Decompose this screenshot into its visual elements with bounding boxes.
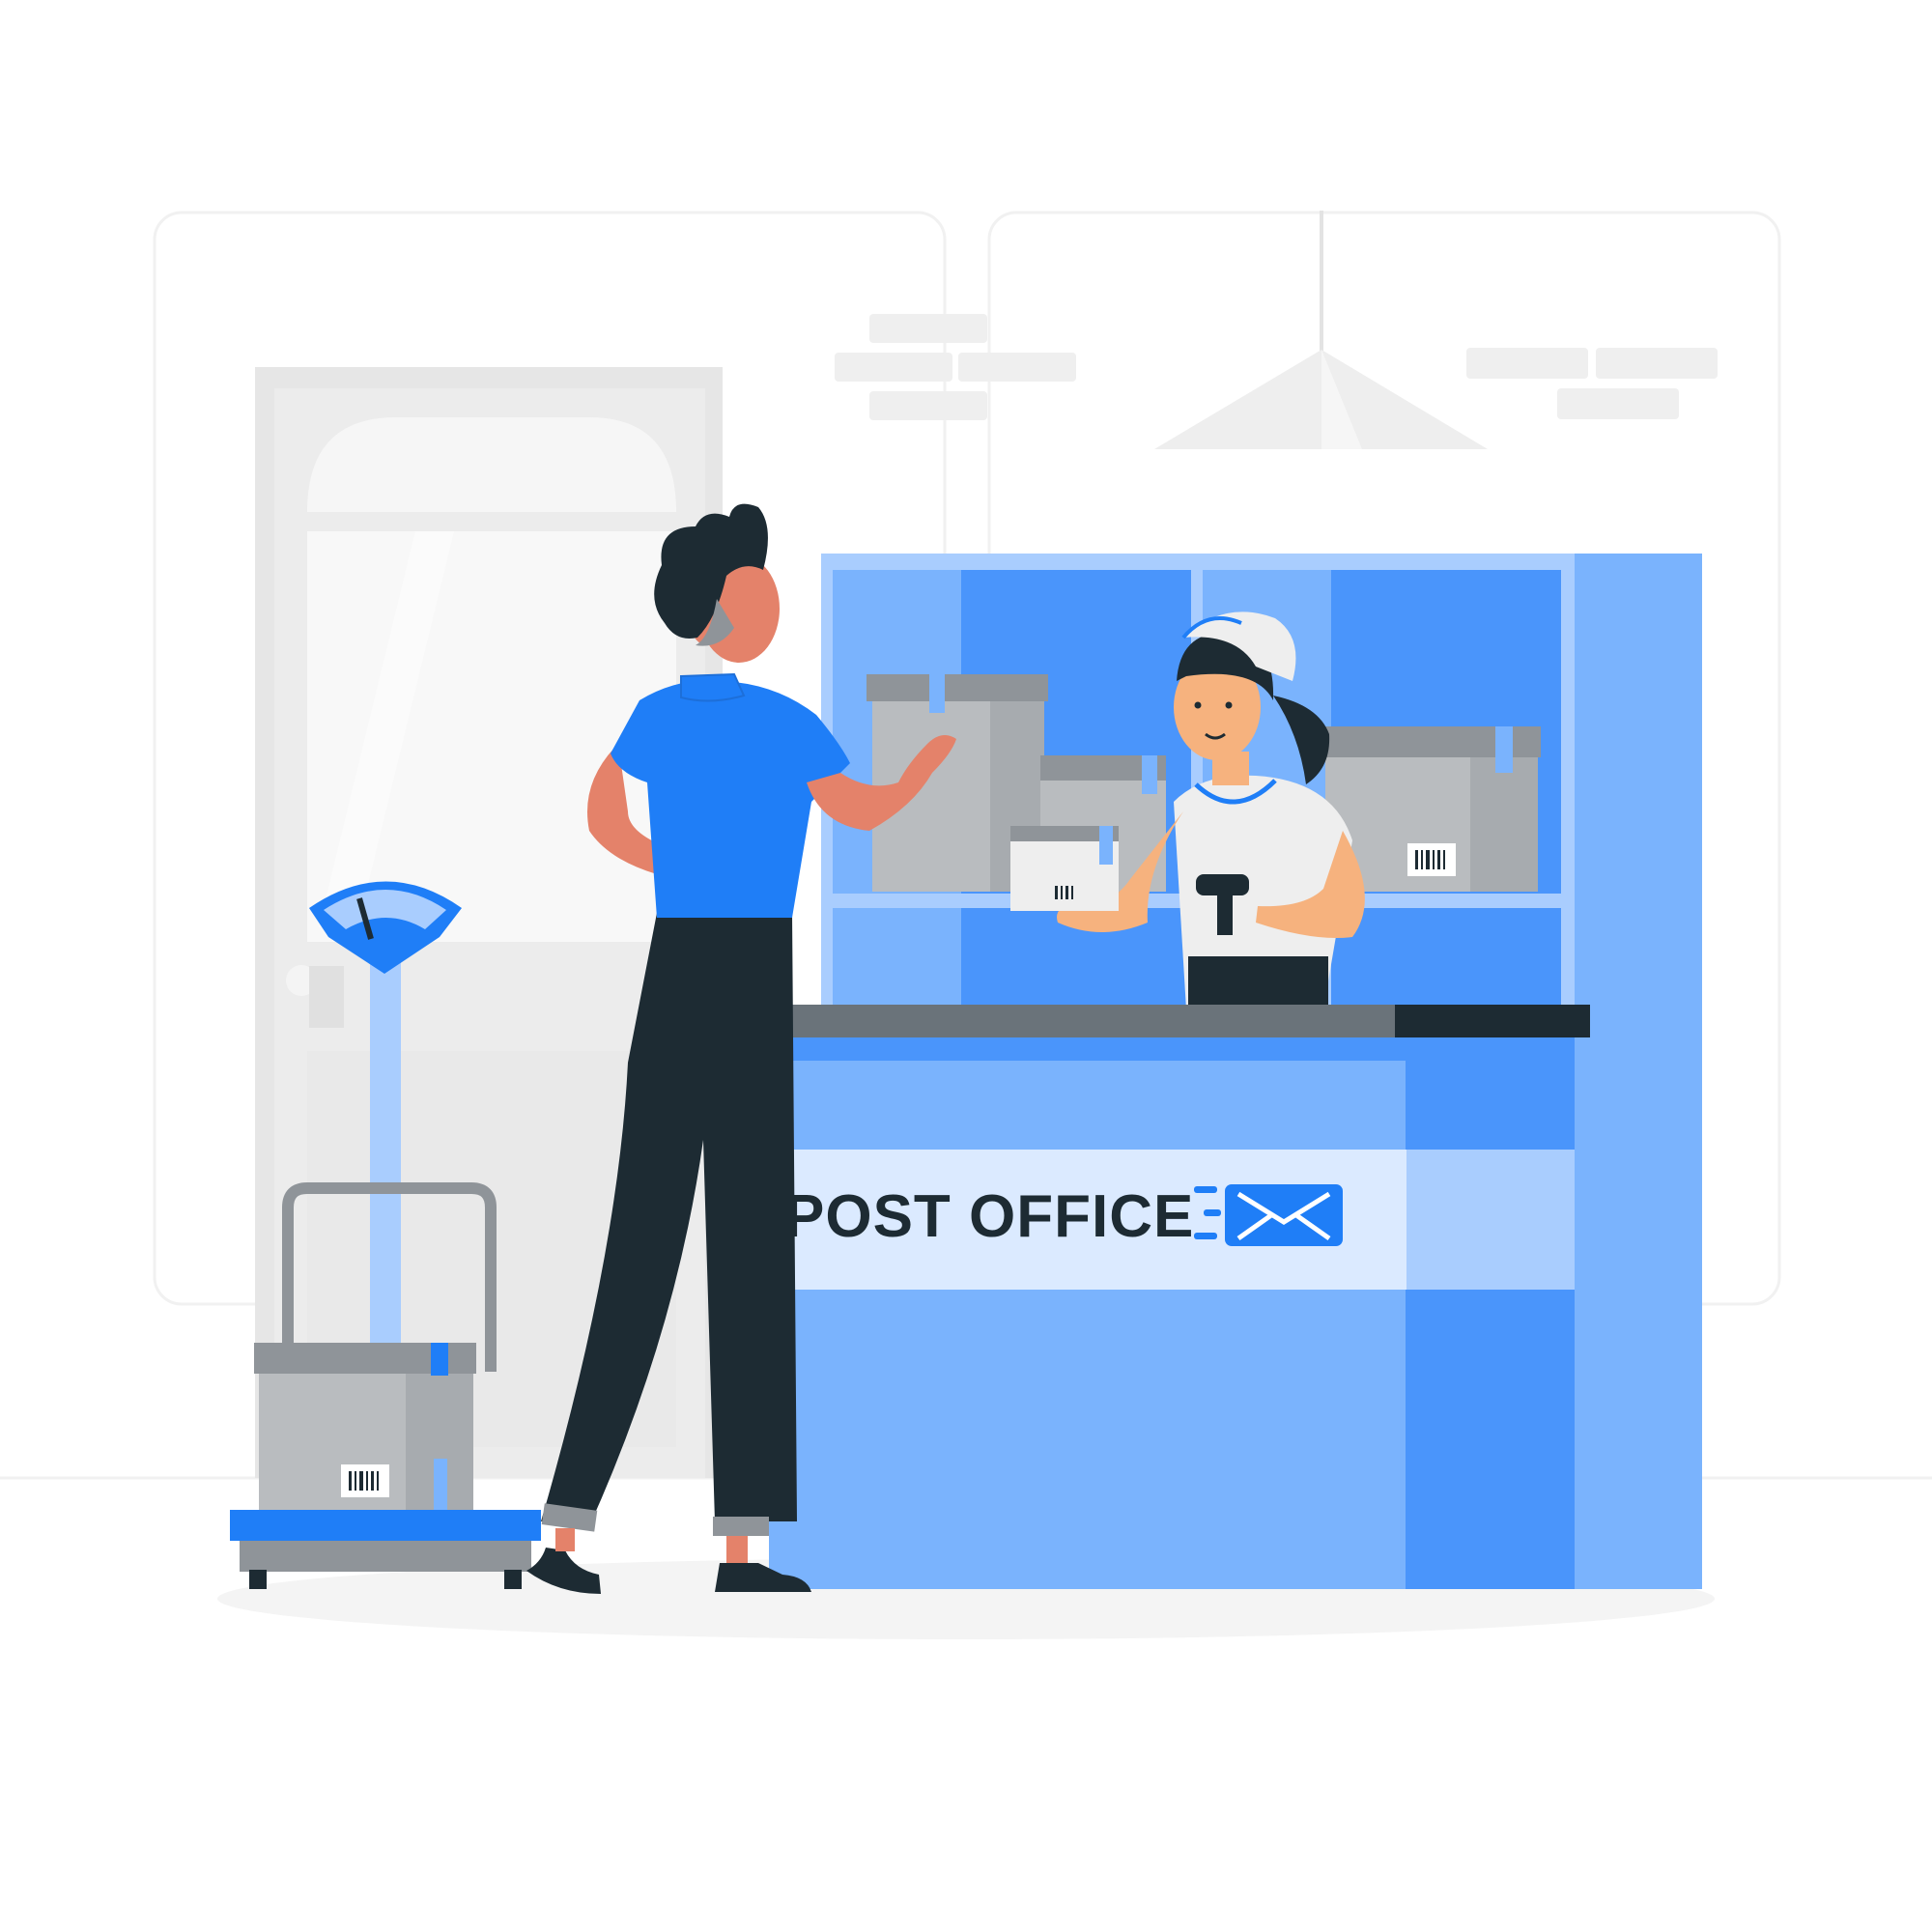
brick <box>835 353 952 382</box>
counter-sign-label: POST OFFICE <box>784 1183 1194 1250</box>
brick <box>869 314 987 343</box>
box-right-tape <box>1495 726 1513 773</box>
brick <box>1557 388 1679 419</box>
customer-ankle <box>726 1536 748 1563</box>
customer-collar <box>680 672 746 702</box>
counter-lip <box>769 1037 1575 1061</box>
brick <box>1596 348 1718 379</box>
box-large-lid <box>867 674 1048 701</box>
shelf-side-column <box>1575 554 1702 1589</box>
door-knob-plate <box>309 966 344 1028</box>
box-large-tape <box>929 674 945 713</box>
worker-pants <box>1188 956 1328 1009</box>
counter-front-right <box>1406 1034 1575 1589</box>
held-parcel <box>1010 826 1119 911</box>
brick <box>958 353 1076 382</box>
customer-cuff <box>713 1517 769 1536</box>
shelf-cell-3-lower <box>1331 908 1561 1005</box>
brick <box>1466 348 1588 379</box>
brick <box>869 391 987 420</box>
customer-ankle <box>555 1528 575 1551</box>
scale-box-tape-lower <box>434 1459 447 1510</box>
barcode-icon <box>1407 843 1456 876</box>
box-medium-tape <box>1142 755 1157 794</box>
counter-top <box>792 1005 1395 1037</box>
scale-foot <box>504 1570 522 1589</box>
service-counter: POST OFFICE <box>769 1005 1590 1589</box>
scale-base <box>240 1541 531 1572</box>
ceiling-lamp-icon <box>1154 211 1488 449</box>
wall-bricks-left <box>835 314 1076 420</box>
scale-pole <box>370 956 401 1352</box>
post-office-illustration: POST OFFICE <box>0 211 1932 1639</box>
wall-bricks-right <box>1466 348 1718 419</box>
scale-platform <box>230 1510 541 1541</box>
barcode-icon <box>341 1464 389 1497</box>
worker-eye <box>1225 701 1233 709</box>
scale-foot <box>249 1570 267 1589</box>
worker-eye <box>1194 701 1202 709</box>
lamp-shade <box>1154 350 1488 449</box>
box-right-side <box>1470 757 1538 892</box>
sign-band-right <box>1406 1150 1575 1290</box>
door-window-arch <box>307 417 676 512</box>
counter-top-dark <box>1395 1005 1590 1037</box>
scale-box-tape <box>431 1343 448 1376</box>
